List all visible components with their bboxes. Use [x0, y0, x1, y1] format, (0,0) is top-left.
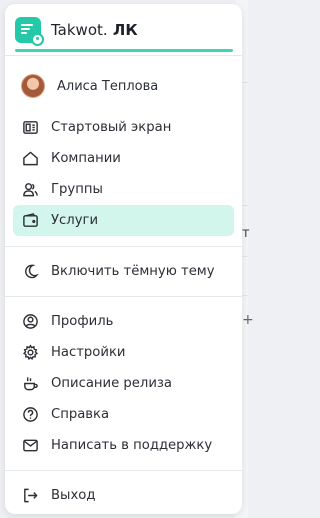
- home-icon: [21, 150, 39, 168]
- users-icon: [21, 181, 39, 199]
- menu-item-home[interactable]: Стартовый экран: [13, 112, 234, 143]
- user-menu-panel: Takwot. ЛК Алиса Теплова Стартовый экран…: [5, 4, 242, 514]
- menu-item-label: Профиль: [51, 314, 114, 329]
- app-logo-icon: [15, 16, 44, 46]
- account-menu: Профиль Настройки Описание релиза Справк…: [5, 306, 242, 461]
- menu-item-label: Группы: [51, 182, 103, 197]
- menu-item-label: Стартовый экран: [51, 120, 172, 135]
- menu-item-profile[interactable]: Профиль: [13, 306, 234, 337]
- menu-item-label: Написать в поддержку: [51, 438, 213, 453]
- menu-item-label: Справка: [51, 407, 110, 422]
- avatar: [21, 74, 45, 98]
- logout-icon: [21, 487, 39, 505]
- coffee-cup-icon: [21, 375, 39, 393]
- question-circle-icon: [21, 406, 39, 424]
- menu-item-dark-theme[interactable]: Включить тёмную тему: [13, 256, 234, 287]
- menu-item-services[interactable]: Услуги: [13, 205, 234, 236]
- divider: [5, 296, 242, 297]
- divider: [5, 246, 242, 247]
- user-profile-row[interactable]: Алиса Теплова: [5, 64, 242, 108]
- menu-item-label: Настройки: [51, 345, 126, 360]
- background-mark: т: [242, 226, 250, 241]
- menu-item-companies[interactable]: Компании: [13, 143, 234, 174]
- menu-item-help[interactable]: Справка: [13, 399, 234, 430]
- menu-item-logout[interactable]: Выход: [13, 480, 234, 511]
- user-name: Алиса Теплова: [57, 78, 159, 94]
- menu-item-release-notes[interactable]: Описание релиза: [13, 368, 234, 399]
- divider: [5, 55, 242, 56]
- header-accent-bar: [15, 49, 233, 52]
- app-title-prefix: Takwot.: [51, 20, 108, 39]
- app-header: Takwot. ЛК: [5, 4, 242, 55]
- user-circle-icon: [21, 313, 39, 331]
- moon-icon: [21, 263, 39, 281]
- gear-icon: [21, 344, 39, 362]
- divider: [5, 470, 242, 471]
- menu-item-label: Включить тёмную тему: [51, 264, 215, 279]
- nav-menu: Стартовый экран Компании Группы Услуги: [5, 112, 242, 236]
- background-mark: +: [242, 312, 254, 328]
- menu-item-label: Услуги: [51, 213, 99, 228]
- menu-item-label: Выход: [51, 488, 96, 503]
- dashboard-icon: [21, 119, 39, 137]
- menu-item-groups[interactable]: Группы: [13, 174, 234, 205]
- menu-item-label: Описание релиза: [51, 376, 172, 391]
- menu-item-support[interactable]: Написать в поддержку: [13, 430, 234, 461]
- menu-item-settings[interactable]: Настройки: [13, 337, 234, 368]
- mail-icon: [21, 437, 39, 455]
- wallet-icon: [21, 212, 39, 230]
- app-title: Takwot. ЛК: [51, 21, 138, 39]
- menu-item-label: Компании: [51, 151, 121, 166]
- app-title-suffix: ЛК: [107, 20, 138, 39]
